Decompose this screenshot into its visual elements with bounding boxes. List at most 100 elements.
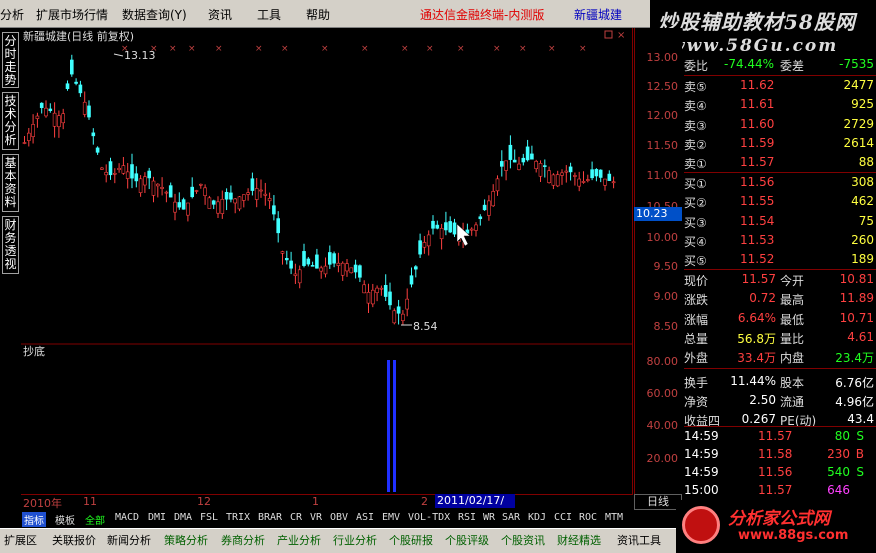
- ind-tab[interactable]: DMI: [148, 512, 166, 523]
- ind-tab[interactable]: 指标: [22, 512, 46, 527]
- ind-tab[interactable]: MACD: [115, 512, 139, 523]
- stat-label: 股本: [780, 375, 805, 390]
- ind-tab[interactable]: RSI: [458, 512, 476, 523]
- event-marker-icon[interactable]: ×: [169, 44, 177, 54]
- menu-help[interactable]: 帮助: [306, 6, 330, 23]
- ask-row[interactable]: 卖② 11.59 2614: [684, 135, 876, 154]
- menu-tools[interactable]: 工具: [257, 6, 281, 23]
- event-marker-icon[interactable]: ×: [215, 44, 223, 54]
- ind-tab[interactable]: EMV: [382, 512, 400, 523]
- ind-tab[interactable]: WR: [483, 512, 495, 523]
- ask-row[interactable]: 卖① 11.57 88: [684, 154, 876, 173]
- event-marker-icon[interactable]: ×: [519, 44, 527, 54]
- tab-fundamentals[interactable]: 基本资料: [2, 154, 19, 212]
- bottom-tab[interactable]: 个股研报: [389, 532, 433, 548]
- event-marker-icon[interactable]: ×: [361, 44, 369, 54]
- ind-tab[interactable]: CR: [290, 512, 302, 523]
- ask-row[interactable]: 卖④ 11.61 925: [684, 96, 876, 115]
- bottom-tab[interactable]: 产业分析: [277, 532, 321, 548]
- weibi-value: -74.44%: [724, 57, 775, 71]
- event-marker-icon[interactable]: ×: [548, 44, 556, 54]
- bid-volume: 189: [851, 252, 874, 267]
- ind-ytick: 20.00: [646, 452, 679, 465]
- time-axis: 2010年 11 12 1 2: [21, 494, 633, 510]
- candle: [224, 191, 229, 200]
- ind-tab[interactable]: VOL-TDX: [408, 512, 450, 523]
- bottom-tab[interactable]: 策略分析: [164, 532, 208, 548]
- chart-area[interactable]: 新疆城建(日线 前复权) × × × × × × × × × × × × × × × × × 13.13 8.…: [21, 28, 633, 494]
- event-marker-icon[interactable]: ×: [255, 44, 263, 54]
- bottom-tab[interactable]: 行业分析: [333, 532, 377, 548]
- bottom-tab-bar: 扩展区 关联报价 新闻分析 策略分析 券商分析 产业分析 行业分析 个股研报 个…: [0, 528, 684, 553]
- menu-analysis[interactable]: 分析: [0, 6, 24, 23]
- candle: [504, 160, 508, 171]
- candle: [499, 161, 504, 167]
- kline-chart[interactable]: 新疆城建(日线 前复权) × × × × × × × × × × × × × × × × × 13.13 8.…: [21, 28, 633, 494]
- bottom-tab[interactable]: 个股评级: [445, 532, 489, 548]
- event-marker-icon[interactable]: ×: [401, 44, 409, 54]
- current-price-tag: 10.23: [634, 207, 682, 221]
- ind-tab[interactable]: KDJ: [528, 512, 546, 523]
- ind-tab[interactable]: 模板: [55, 512, 75, 527]
- menu-news[interactable]: 资讯: [208, 6, 232, 23]
- tick-time: 14:59: [684, 447, 719, 461]
- close-icon[interactable]: ×: [617, 30, 625, 41]
- event-marker-icon[interactable]: ×: [321, 44, 329, 54]
- restore-icon[interactable]: [604, 30, 613, 39]
- tab-financials[interactable]: 财务透视: [2, 216, 19, 274]
- ask-volume: 2729: [843, 116, 874, 131]
- candle: [487, 200, 491, 216]
- bottom-tab[interactable]: 新闻分析: [107, 532, 151, 548]
- ind-tab[interactable]: SAR: [502, 512, 520, 523]
- candle: [534, 160, 539, 169]
- event-marker-icon[interactable]: ×: [493, 44, 501, 54]
- menu-data-query[interactable]: 数据查询(Y): [122, 6, 187, 23]
- ask-row[interactable]: 卖③ 11.60 2729: [684, 116, 876, 135]
- ind-tab[interactable]: VR: [310, 512, 322, 523]
- event-marker-icon[interactable]: ×: [457, 44, 465, 54]
- event-marker-icon[interactable]: ×: [281, 44, 289, 54]
- stat-value: 0.72: [749, 291, 776, 306]
- candle: [181, 199, 186, 210]
- menu-extended-market[interactable]: 扩展市场行情: [36, 6, 108, 23]
- chart-title: 新疆城建(日线 前复权): [23, 29, 134, 43]
- ind-tab[interactable]: ASI: [356, 512, 374, 523]
- bottom-tab[interactable]: 资讯工具: [617, 532, 661, 548]
- bid-row[interactable]: 买② 11.55 462: [684, 193, 876, 212]
- bid-row[interactable]: 买④ 11.53 260: [684, 232, 876, 251]
- event-marker-icon[interactable]: ×: [579, 44, 587, 54]
- ind-tab[interactable]: 全部: [85, 512, 105, 527]
- ind-tab[interactable]: ROC: [579, 512, 597, 523]
- ind-tab[interactable]: BRAR: [258, 512, 282, 523]
- bottom-tab[interactable]: 扩展区: [4, 532, 37, 548]
- bottom-tab[interactable]: 个股资讯: [501, 532, 545, 548]
- candle: [413, 266, 418, 270]
- ind-tab[interactable]: DMA: [174, 512, 192, 523]
- ind-tab[interactable]: MTM: [605, 512, 623, 523]
- bid-row[interactable]: 买① 11.56 308: [684, 174, 876, 193]
- bid-row[interactable]: 买⑤ 11.52 189: [684, 251, 876, 270]
- candle: [100, 167, 104, 170]
- event-marker-icon[interactable]: ×: [426, 44, 434, 54]
- candle: [254, 188, 259, 200]
- bottom-tab[interactable]: 券商分析: [221, 532, 265, 548]
- time-label: 2010年: [23, 497, 62, 510]
- candle: [323, 265, 328, 275]
- candle: [353, 264, 358, 273]
- bottom-tab[interactable]: 财经精选: [557, 532, 601, 548]
- ind-tab[interactable]: CCI: [554, 512, 572, 523]
- period-button[interactable]: 日线: [634, 494, 682, 510]
- ask-row[interactable]: 卖⑤ 11.62 2477: [684, 77, 876, 96]
- ask-volume: 2477: [843, 78, 874, 92]
- tab-intraday[interactable]: 分时走势: [2, 32, 19, 88]
- ind-tab[interactable]: TRIX: [226, 512, 250, 523]
- ind-tab[interactable]: OBV: [330, 512, 348, 523]
- bottom-tab[interactable]: 关联报价: [52, 532, 96, 548]
- bid-row[interactable]: 买③ 11.54 75: [684, 213, 876, 232]
- candle: [284, 258, 289, 261]
- event-marker-icon[interactable]: ×: [188, 44, 196, 54]
- tab-technical[interactable]: 技术分析: [2, 92, 19, 150]
- candle: [585, 179, 590, 181]
- ind-tab[interactable]: FSL: [200, 512, 218, 523]
- candle: [302, 251, 306, 266]
